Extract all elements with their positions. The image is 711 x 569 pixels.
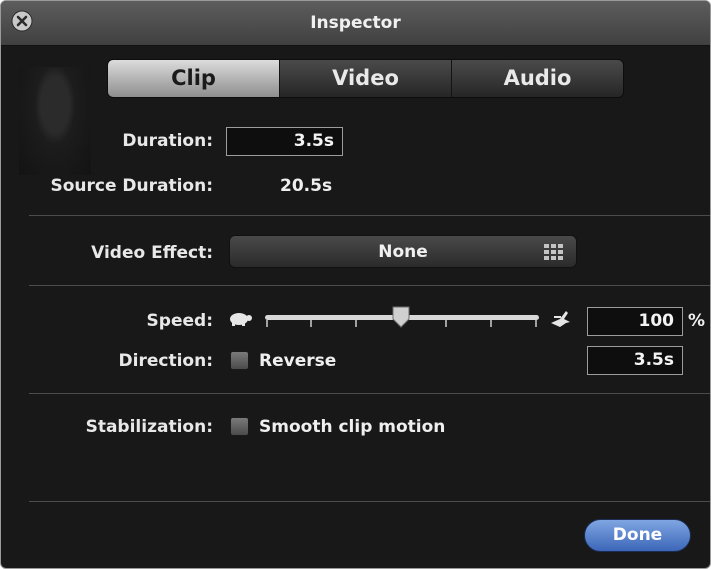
duration-field[interactable]: 3.5s [226,127,343,156]
duration-label: Duration: [122,131,213,151]
source-duration-label: Source Duration: [50,176,213,196]
stabilization-label: Stabilization: [85,417,213,437]
grid-icon [544,244,563,260]
rabbit-icon [551,311,570,327]
inspector-tabs: Clip Video Audio [107,59,624,98]
video-effect-value: None [378,242,428,262]
reverse-duration-field[interactable]: 3.5s [587,346,683,375]
divider [29,285,710,286]
tab-video[interactable]: Video [280,60,452,97]
inspector-window: Inspector Clip Video Audio Duration: 3.5… [0,0,711,569]
turtle-icon [230,313,252,326]
smooth-clip-motion-label: Smooth clip motion [259,417,446,437]
tab-clip[interactable]: Clip [108,60,280,97]
speed-slider[interactable] [263,305,541,335]
tab-audio[interactable]: Audio [452,60,623,97]
percent-unit: % [688,311,706,331]
video-effect-label: Video Effect: [91,243,213,263]
speed-label: Speed: [146,311,213,331]
smooth-clip-motion-checkbox[interactable] [230,417,249,436]
clip-thumbnail [19,67,91,175]
speed-percent-field[interactable]: 100 [587,307,683,336]
divider [29,215,710,216]
divider [29,501,710,502]
reverse-label: Reverse [259,351,337,371]
window-title: Inspector [310,13,401,33]
video-effect-popup[interactable]: None [229,235,577,268]
title-bar: Inspector [1,1,710,46]
divider [29,393,710,394]
direction-label: Direction: [118,351,213,371]
source-duration-value: 20.5s [280,176,333,196]
reverse-checkbox[interactable] [230,351,249,370]
done-button[interactable]: Done [584,519,691,552]
